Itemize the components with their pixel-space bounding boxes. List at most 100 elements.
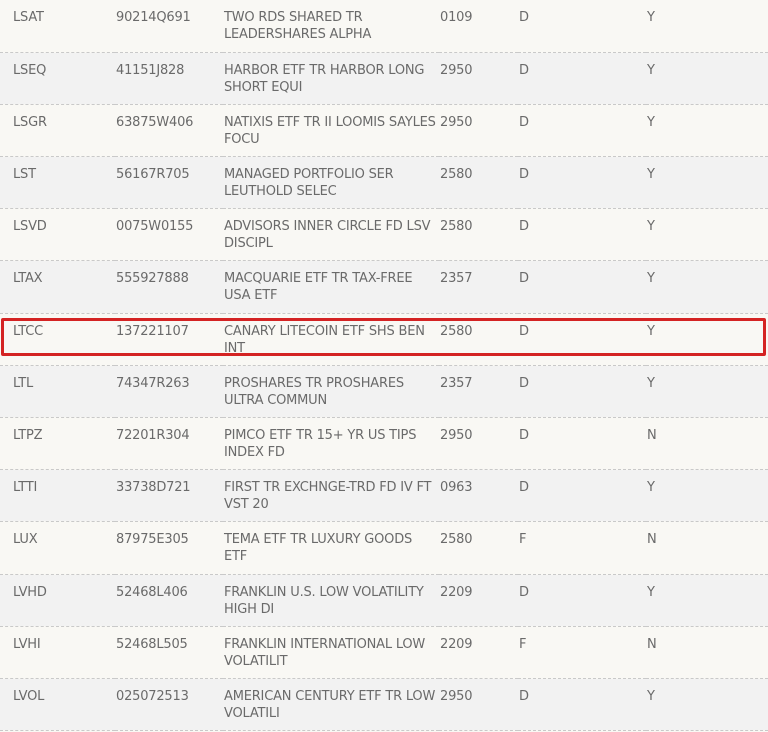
code-cell: 2580 [440,323,473,339]
type-cell: D [519,167,529,183]
name-cell: FRANKLIN U.S. LOW VOLATILITY HIGH DI [224,584,424,617]
cusip-cell: 56167R705 [116,167,190,183]
type-cell: D [519,323,529,339]
symbol-cell: LSVD [13,219,47,235]
table-row[interactable]: LSAT 90214Q691 TWO RDS SHARED TR LEADERS… [0,0,768,53]
flag-cell: Y [647,271,655,287]
symbol-cell: LSGR [13,114,47,130]
table-row[interactable]: LSVD 0075W0155 ADVISORS INNER CIRCLE FD … [0,208,768,261]
flag-cell: Y [647,10,655,25]
table-row[interactable]: LTPZ 72201R304 PIMCO ETF TR 15+ YR US TI… [0,417,768,470]
table-row[interactable]: LVHI 52468L505 FRANKLIN INTERNATIONAL LO… [0,626,768,679]
cusip-cell: 63875W406 [116,114,194,130]
type-cell: D [519,480,529,496]
flag-cell: Y [647,375,655,391]
symbol-cell: LUX [13,532,38,548]
symbol-cell: LTPZ [13,428,43,443]
name-cell: AMERICAN CENTURY ETF TR LOW VOLATILI [224,688,436,721]
flag-cell: Y [647,167,655,183]
table-row[interactable]: LSGR 63875W406 NATIXIS ETF TR II LOOMIS … [0,104,768,157]
name-cell: FRANKLIN INTERNATIONAL LOW VOLATILIT [224,636,426,669]
type-cell: D [519,688,529,704]
code-cell: 2357 [440,271,473,287]
flag-cell: Y [647,480,655,496]
name-cell: ADVISORS INNER CIRCLE FD LSV DISCIPL [224,219,431,252]
cusip-cell: 137221107 [116,323,189,339]
securities-table-body: LSAT 90214Q691 TWO RDS SHARED TR LEADERS… [0,0,768,731]
securities-table: LSAT 90214Q691 TWO RDS SHARED TR LEADERS… [0,0,768,731]
type-cell: F [519,636,527,652]
table-row-highlighted[interactable]: LTCC 137221107 CANARY LITECOIN ETF SHS B… [0,313,768,366]
name-cell: PROSHARES TR PROSHARES ULTRA COMMUN [224,375,404,408]
code-cell: 2950 [440,688,473,704]
symbol-cell: LST [13,167,36,183]
flag-cell: N [647,428,657,443]
table-row[interactable]: LSEQ 41151J828 HARBOR ETF TR HARBOR LONG… [0,52,768,105]
flag-cell: N [647,636,657,652]
flag-cell: Y [647,323,655,339]
type-cell: D [519,62,529,78]
flag-cell: Y [647,688,655,704]
symbol-cell: LSAT [13,10,44,25]
code-cell: 2209 [440,584,473,600]
code-cell: 2580 [440,532,473,548]
code-cell: 0109 [440,10,473,25]
cusip-cell: 555927888 [116,271,189,287]
code-cell: 2950 [440,114,473,130]
type-cell: D [519,219,529,235]
type-cell: F [519,532,527,548]
type-cell: D [519,428,529,443]
flag-cell: Y [647,219,655,235]
name-cell: FIRST TR EXCHNGE-TRD FD IV FT VST 20 [224,480,432,513]
name-cell: TWO RDS SHARED TR LEADERSHARES ALPHA [224,10,372,42]
symbol-cell: LTCC [13,323,43,339]
name-cell: NATIXIS ETF TR II LOOMIS SAYLES FOCU [224,114,436,147]
code-cell: 2950 [440,428,473,443]
code-cell: 2357 [440,375,473,391]
symbol-cell: LVOL [13,688,45,704]
name-cell: MANAGED PORTFOLIO SER LEUTHOLD SELEC [224,167,394,200]
table-row[interactable]: LTL 74347R263 PROSHARES TR PROSHARES ULT… [0,365,768,418]
cusip-cell: 33738D721 [116,480,191,496]
type-cell: D [519,584,529,600]
table-row[interactable]: LTTI 33738D721 FIRST TR EXCHNGE-TRD FD I… [0,469,768,522]
flag-cell: N [647,532,657,548]
table-row[interactable]: LVOL 025072513 AMERICAN CENTURY ETF TR L… [0,678,768,731]
table-row[interactable]: LST 56167R705 MANAGED PORTFOLIO SER LEUT… [0,156,768,209]
cusip-cell: 72201R304 [116,428,190,443]
flag-cell: Y [647,114,655,130]
flag-cell: Y [647,62,655,78]
type-cell: D [519,375,529,391]
symbol-cell: LSEQ [13,62,47,78]
cusip-cell: 0075W0155 [116,219,194,235]
cusip-cell: 41151J828 [116,62,185,78]
code-cell: 2209 [440,636,473,652]
name-cell: TEMA ETF TR LUXURY GOODS ETF [224,532,413,565]
symbol-cell: LVHI [13,636,41,652]
code-cell: 2950 [440,62,473,78]
type-cell: D [519,10,529,25]
symbol-cell: LVHD [13,584,47,600]
table-row[interactable]: LTAX 555927888 MACQUARIE ETF TR TAX-FREE… [0,260,768,314]
table-row[interactable]: LVHD 52468L406 FRANKLIN U.S. LOW VOLATIL… [0,574,768,627]
name-cell: HARBOR ETF TR HARBOR LONG SHORT EQUI [224,62,425,95]
symbol-cell: LTTI [13,480,38,496]
cusip-cell: 52468L505 [116,636,188,652]
cusip-cell: 87975E305 [116,532,189,548]
name-cell: PIMCO ETF TR 15+ YR US TIPS INDEX FD [224,428,417,460]
cusip-cell: 90214Q691 [116,10,191,25]
cusip-cell: 74347R263 [116,375,190,391]
code-cell: 0963 [440,480,473,496]
cusip-cell: 52468L406 [116,584,188,600]
code-cell: 2580 [440,167,473,183]
flag-cell: Y [647,584,655,600]
symbol-cell: LTAX [13,271,43,287]
type-cell: D [519,271,529,287]
name-cell: CANARY LITECOIN ETF SHS BEN INT [224,323,425,356]
table-row[interactable]: LUX 87975E305 TEMA ETF TR LUXURY GOODS E… [0,521,768,575]
type-cell: D [519,114,529,130]
name-cell: MACQUARIE ETF TR TAX-FREE USA ETF [224,271,413,304]
code-cell: 2580 [440,219,473,235]
cusip-cell: 025072513 [116,688,189,704]
symbol-cell: LTL [13,375,34,391]
